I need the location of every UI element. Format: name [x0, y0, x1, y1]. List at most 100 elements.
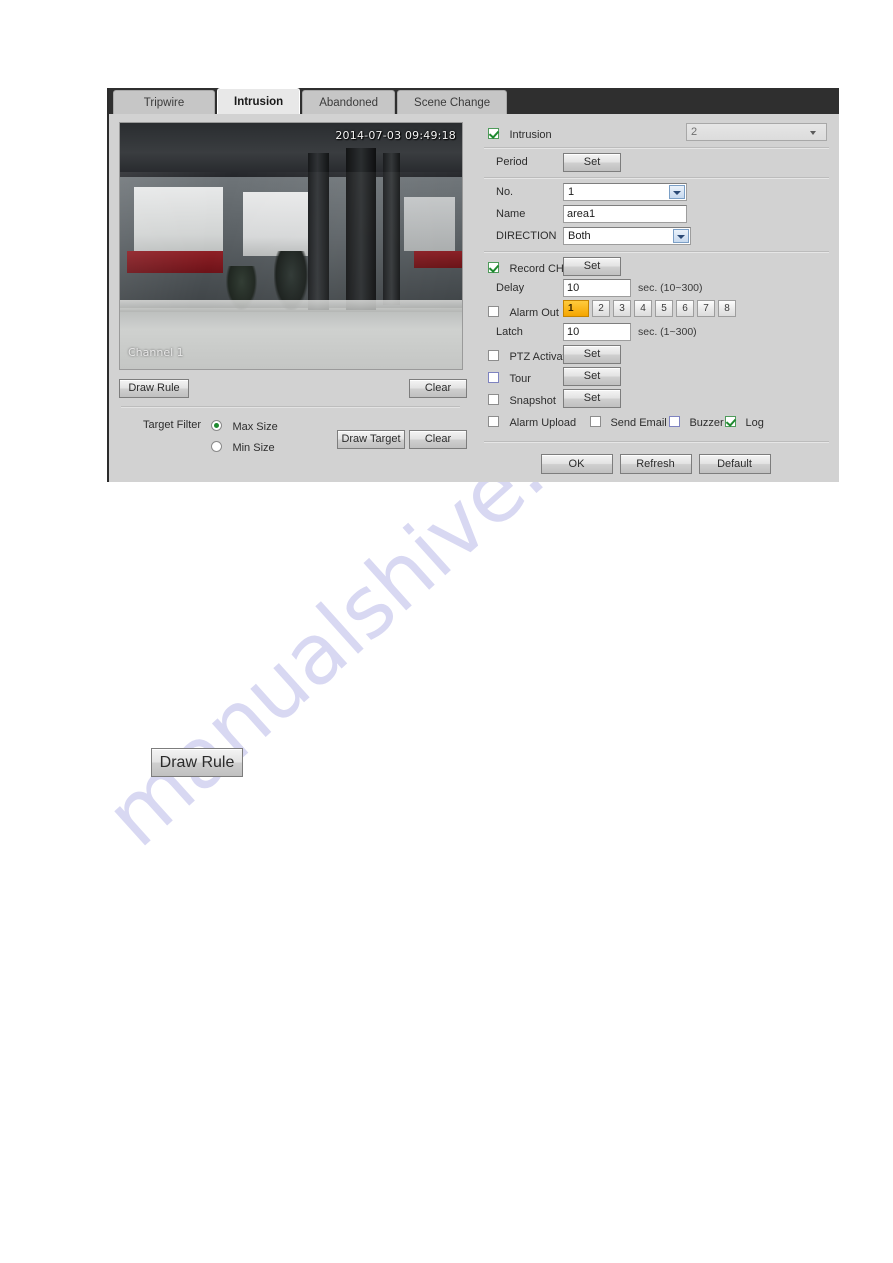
record-ch-set-button[interactable]: Set	[563, 257, 621, 276]
latch-unit-hint: sec. (1~300)	[638, 326, 697, 338]
target-filter-max-size-option[interactable]: Max Size	[205, 417, 278, 435]
alarm-out-checkbox-group[interactable]: Alarm Out	[482, 303, 559, 321]
video-channel-label: Channel 1	[128, 346, 184, 359]
max-size-radio[interactable]	[211, 420, 222, 432]
tour-label: Tour	[509, 373, 531, 385]
alarm-out-label: Alarm Out	[509, 307, 559, 319]
alarm-out-channel-4[interactable]: 4	[634, 300, 652, 317]
chevron-down-icon	[806, 126, 822, 140]
delay-label: Delay	[496, 282, 525, 294]
send-email-checkbox-group[interactable]: Send Email	[585, 413, 667, 431]
no-row: No. 1	[480, 182, 833, 204]
ptz-activation-row: PTZ Activation Set	[480, 344, 833, 366]
alarm-out-channel-list: 1 2 3 4 5 6 7 8	[563, 300, 736, 317]
dialog-footer: OK Refresh Default	[472, 454, 839, 474]
right-divider-1	[484, 147, 829, 149]
no-select-value: 1	[568, 186, 575, 198]
dialog-body: 2014-07-03 09:49:18 Channel 1 Draw Rule …	[109, 114, 839, 482]
log-checkbox-group[interactable]: Log	[720, 413, 764, 431]
record-ch-row: Record CH Set	[480, 256, 833, 278]
right-divider-3	[484, 251, 829, 253]
snapshot-set-button[interactable]: Set	[563, 389, 621, 408]
alarm-out-channel-8[interactable]: 8	[718, 300, 736, 317]
buzzer-checkbox[interactable]	[669, 416, 680, 428]
send-email-label: Send Email	[610, 417, 667, 429]
channel-select-value: 2	[691, 126, 698, 138]
intrusion-enable-label: Intrusion	[509, 129, 552, 141]
buzzer-checkbox-group[interactable]: Buzzer	[664, 413, 724, 431]
min-size-label: Min Size	[232, 442, 275, 454]
draw-target-button[interactable]: Draw Target	[337, 430, 405, 449]
tab-abandoned[interactable]: Abandoned	[302, 90, 396, 114]
clear-rule-button[interactable]: Clear	[409, 379, 467, 398]
alarm-out-checkbox[interactable]	[488, 306, 499, 318]
direction-label: DIRECTION	[496, 230, 557, 242]
left-panel: 2014-07-03 09:49:18 Channel 1 Draw Rule …	[109, 114, 472, 482]
default-button[interactable]: Default	[698, 454, 771, 474]
direction-row: DIRECTION Both	[480, 226, 833, 248]
intrusion-enable-row: Intrusion 2	[480, 122, 833, 144]
tour-checkbox[interactable]	[488, 372, 499, 384]
alarm-out-channel-7[interactable]: 7	[697, 300, 715, 317]
refresh-button[interactable]: Refresh	[619, 454, 692, 474]
min-size-radio[interactable]	[211, 441, 222, 453]
delay-input[interactable]: 10	[563, 279, 631, 297]
chevron-down-icon	[673, 229, 689, 243]
buzzer-label: Buzzer	[689, 417, 724, 429]
tour-row: Tour Set	[480, 366, 833, 388]
alarm-out-row: Alarm Out 1 2 3 4 5 6 7 8	[480, 300, 833, 322]
ptz-activation-checkbox[interactable]	[488, 350, 499, 362]
period-row: Period Set	[480, 152, 833, 174]
alarm-out-channel-2[interactable]: 2	[592, 300, 610, 317]
alarm-out-channel-5[interactable]: 5	[655, 300, 673, 317]
tab-intrusion[interactable]: Intrusion	[217, 88, 301, 114]
channel-select[interactable]: 2	[686, 123, 827, 141]
no-label: No.	[496, 186, 514, 198]
alarm-out-channel-6[interactable]: 6	[676, 300, 694, 317]
name-label: Name	[496, 208, 526, 220]
period-set-button[interactable]: Set	[563, 153, 621, 172]
delay-unit-hint: sec. (10~300)	[638, 282, 703, 294]
ok-button[interactable]: OK	[540, 454, 613, 474]
alarm-upload-checkbox[interactable]	[488, 416, 499, 428]
right-divider-4	[484, 441, 829, 443]
tab-tripwire[interactable]: Tripwire	[113, 90, 215, 114]
no-select[interactable]: 1	[563, 183, 687, 201]
record-ch-checkbox[interactable]	[488, 262, 499, 274]
snapshot-checkbox[interactable]	[488, 394, 499, 406]
intrusion-enable-checkbox[interactable]	[488, 128, 499, 140]
ptz-activation-set-button[interactable]: Set	[563, 345, 621, 364]
video-preview[interactable]: 2014-07-03 09:49:18 Channel 1	[119, 122, 463, 370]
target-filter-label: Target Filter	[143, 419, 202, 431]
record-ch-label: Record CH	[509, 263, 564, 275]
name-row: Name area1	[480, 204, 833, 226]
target-filter-row: Target Filter Max Size Min Size Draw Tar…	[119, 416, 467, 458]
clear-target-button[interactable]: Clear	[409, 430, 467, 449]
snapshot-label: Snapshot	[509, 395, 556, 407]
alarm-upload-checkbox-group[interactable]: Alarm Upload	[482, 413, 576, 431]
latch-input[interactable]: 10	[563, 323, 631, 341]
name-input[interactable]: area1	[563, 205, 687, 223]
target-filter-min-size-option[interactable]: Min Size	[205, 438, 275, 456]
tour-set-button[interactable]: Set	[563, 367, 621, 386]
tab-scene-change[interactable]: Scene Change	[397, 90, 508, 114]
ivs-config-dialog: Tripwire Intrusion Abandoned Scene Chang…	[107, 88, 839, 482]
send-email-checkbox[interactable]	[590, 416, 601, 428]
latch-row: Latch 10 sec. (1~300)	[480, 322, 833, 344]
tour-checkbox-group[interactable]: Tour	[482, 369, 531, 387]
record-ch-checkbox-group[interactable]: Record CH	[482, 259, 564, 277]
standalone-draw-rule-button[interactable]: Draw Rule	[151, 748, 243, 777]
direction-select[interactable]: Both	[563, 227, 691, 245]
snapshot-checkbox-group[interactable]: Snapshot	[482, 391, 556, 409]
log-checkbox[interactable]	[725, 416, 736, 428]
alarm-upload-label: Alarm Upload	[509, 417, 577, 429]
draw-rule-button[interactable]: Draw Rule	[119, 379, 189, 398]
video-scene-image	[120, 123, 462, 369]
alarm-out-channel-3[interactable]: 3	[613, 300, 631, 317]
video-timestamp: 2014-07-03 09:49:18	[335, 129, 456, 142]
left-divider	[121, 406, 460, 408]
latch-label: Latch	[496, 326, 523, 338]
intrusion-enable-checkbox-group[interactable]: Intrusion	[482, 125, 552, 143]
right-panel: Intrusion 2 Period Set No. 1 Name area1 …	[472, 114, 839, 482]
alarm-out-channel-1[interactable]: 1	[563, 300, 589, 317]
